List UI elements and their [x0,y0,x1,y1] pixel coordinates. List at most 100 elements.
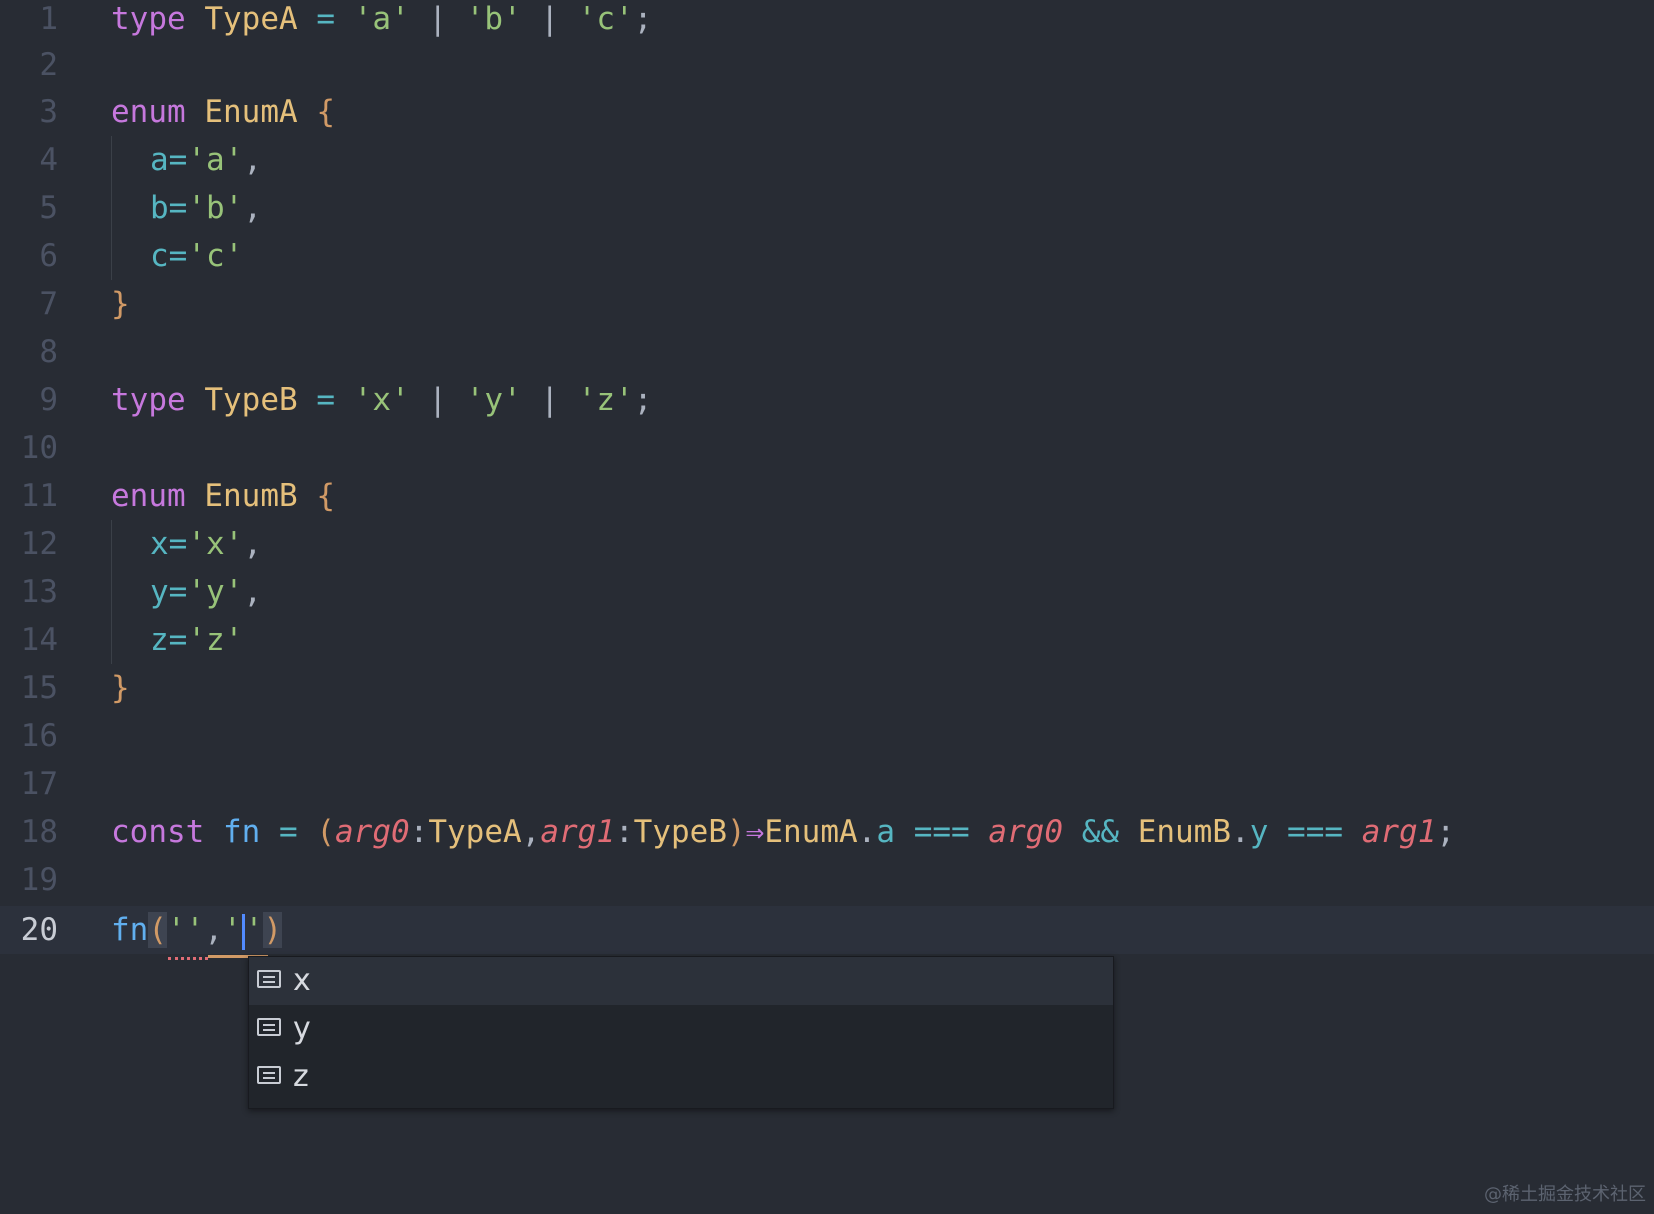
union-bar-token: | [428,1,448,37]
line-number: 10 [20,430,58,466]
parameter-token: arg0 [335,814,410,850]
line-content[interactable]: x='x', [150,520,262,568]
line-number: 15 [20,670,58,706]
string-token: 'a' [353,1,410,37]
operator-token: = [316,1,335,37]
code-line-6[interactable]: 6 c='c' [0,232,1654,280]
line-number: 20 [20,912,58,948]
code-line-1[interactable]: 1 type TypeA = 'a' | 'b' | 'c'; [0,0,1654,43]
string-token: 'b' [465,1,522,37]
watermark: @稀土掘金技术社区 [1484,1184,1646,1205]
union-bar-token: | [428,382,448,418]
operator-token: === [1287,814,1344,850]
code-line-5[interactable]: 5 b='b', [0,184,1654,232]
operator-token: = [316,382,335,418]
string-token: 'c' [577,1,634,37]
comma-token: , [204,912,223,948]
string-token: 'z' [187,622,244,658]
code-line-18[interactable]: 18 const fn = (arg0:TypeA,arg1:TypeB)⇒En… [0,808,1654,856]
line-content[interactable]: type TypeA = 'a' | 'b' | 'c'; [111,0,652,43]
line-number: 17 [20,766,58,802]
line-content[interactable]: y='y', [150,568,262,616]
text-icon [257,1018,281,1036]
line-number: 19 [20,862,58,898]
code-line-3[interactable]: 3 enum EnumA { [0,88,1654,136]
code-line-13[interactable]: 13 y='y', [0,568,1654,616]
code-line-7[interactable]: 7 } [0,280,1654,328]
code-line-2[interactable]: 2 [0,41,1654,89]
enum-member-token: c [150,238,169,274]
string-token: 'a' [187,142,244,178]
keyword-token: enum [111,94,186,130]
line-content[interactable]: } [111,280,130,328]
enum-member-token: x [150,526,169,562]
string-quote-token: ' [244,912,264,948]
code-line-16[interactable]: 16 [0,712,1654,760]
code-line-14[interactable]: 14 z='z' [0,616,1654,664]
code-line-20[interactable]: 20 fn('','') [0,906,1654,954]
line-number: 14 [20,622,58,658]
line-content[interactable]: z='z' [150,616,243,664]
line-content[interactable]: fn('','') [111,906,283,954]
line-content[interactable]: b='b', [150,184,262,232]
line-number: 12 [20,526,58,562]
parameter-token: arg1 [1361,814,1437,850]
indent-guide [111,616,112,664]
colon-token: : [615,814,634,850]
line-number: 1 [39,1,58,37]
code-line-15[interactable]: 15 } [0,664,1654,712]
semicolon-token: ; [633,1,653,37]
autocomplete-dropdown[interactable]: x y z [248,956,1114,1109]
code-line-17[interactable]: 17 [0,760,1654,808]
brace-token: } [111,286,130,322]
comma-token: , [243,142,263,178]
suggestion-item[interactable]: x [249,957,1113,1005]
code-line-11[interactable]: 11 enum EnumB { [0,472,1654,520]
indent-guide [111,136,112,184]
code-line-8[interactable]: 8 [0,328,1654,376]
line-content[interactable]: c='c' [150,232,243,280]
line-number: 6 [39,238,58,274]
line-content[interactable]: const fn = (arg0:TypeA,arg1:TypeB)⇒EnumA… [111,808,1455,856]
function-name-token: fn [223,814,261,850]
line-number: 5 [39,190,58,226]
suggestion-label: x [293,963,311,998]
line-content[interactable]: a='a', [150,136,262,184]
string-token: 'c' [187,238,244,274]
suggestion-label: y [293,1011,311,1046]
operator-token: = [168,238,188,274]
code-line-19[interactable]: 19 [0,856,1654,904]
parameter-token: arg0 [988,814,1064,850]
code-line-9[interactable]: 9 type TypeB = 'x' | 'y' | 'z'; [0,376,1654,424]
code-line-10[interactable]: 10 [0,424,1654,472]
keyword-token: const [111,814,205,850]
text-icon [257,970,281,988]
code-editor[interactable]: 1 type TypeA = 'a' | 'b' | 'c'; 2 3 enum… [0,0,1654,1214]
arrow-token: ⇒ [745,814,765,850]
operator-token: = [168,190,188,226]
indent-guide [111,568,112,616]
line-number: 9 [39,382,58,418]
comma-token: , [243,190,263,226]
suggestion-item[interactable]: y [249,1005,1113,1053]
paren-token: ) [727,814,746,850]
code-line-12[interactable]: 12 x='x', [0,520,1654,568]
line-content[interactable]: enum EnumA { [111,88,335,136]
line-content[interactable]: enum EnumB { [111,472,335,520]
keyword-token: type [111,382,186,418]
line-number: 3 [39,94,58,130]
type-name-token: TypeA [204,1,298,37]
enum-name-token: EnumA [764,814,858,850]
union-bar-token: | [540,1,560,37]
suggestion-item[interactable]: z [249,1053,1113,1101]
line-content[interactable]: type TypeB = 'x' | 'y' | 'z'; [111,376,652,424]
comma-token: , [243,526,263,562]
brace-token: { [316,478,335,514]
dot-token: . [1231,814,1250,850]
code-line-4[interactable]: 4 a='a', [0,136,1654,184]
string-token: 'x' [353,382,410,418]
line-content[interactable]: } [111,664,130,712]
line-number: 4 [39,142,58,178]
operator-token: === [913,814,970,850]
dot-token: . [857,814,877,850]
